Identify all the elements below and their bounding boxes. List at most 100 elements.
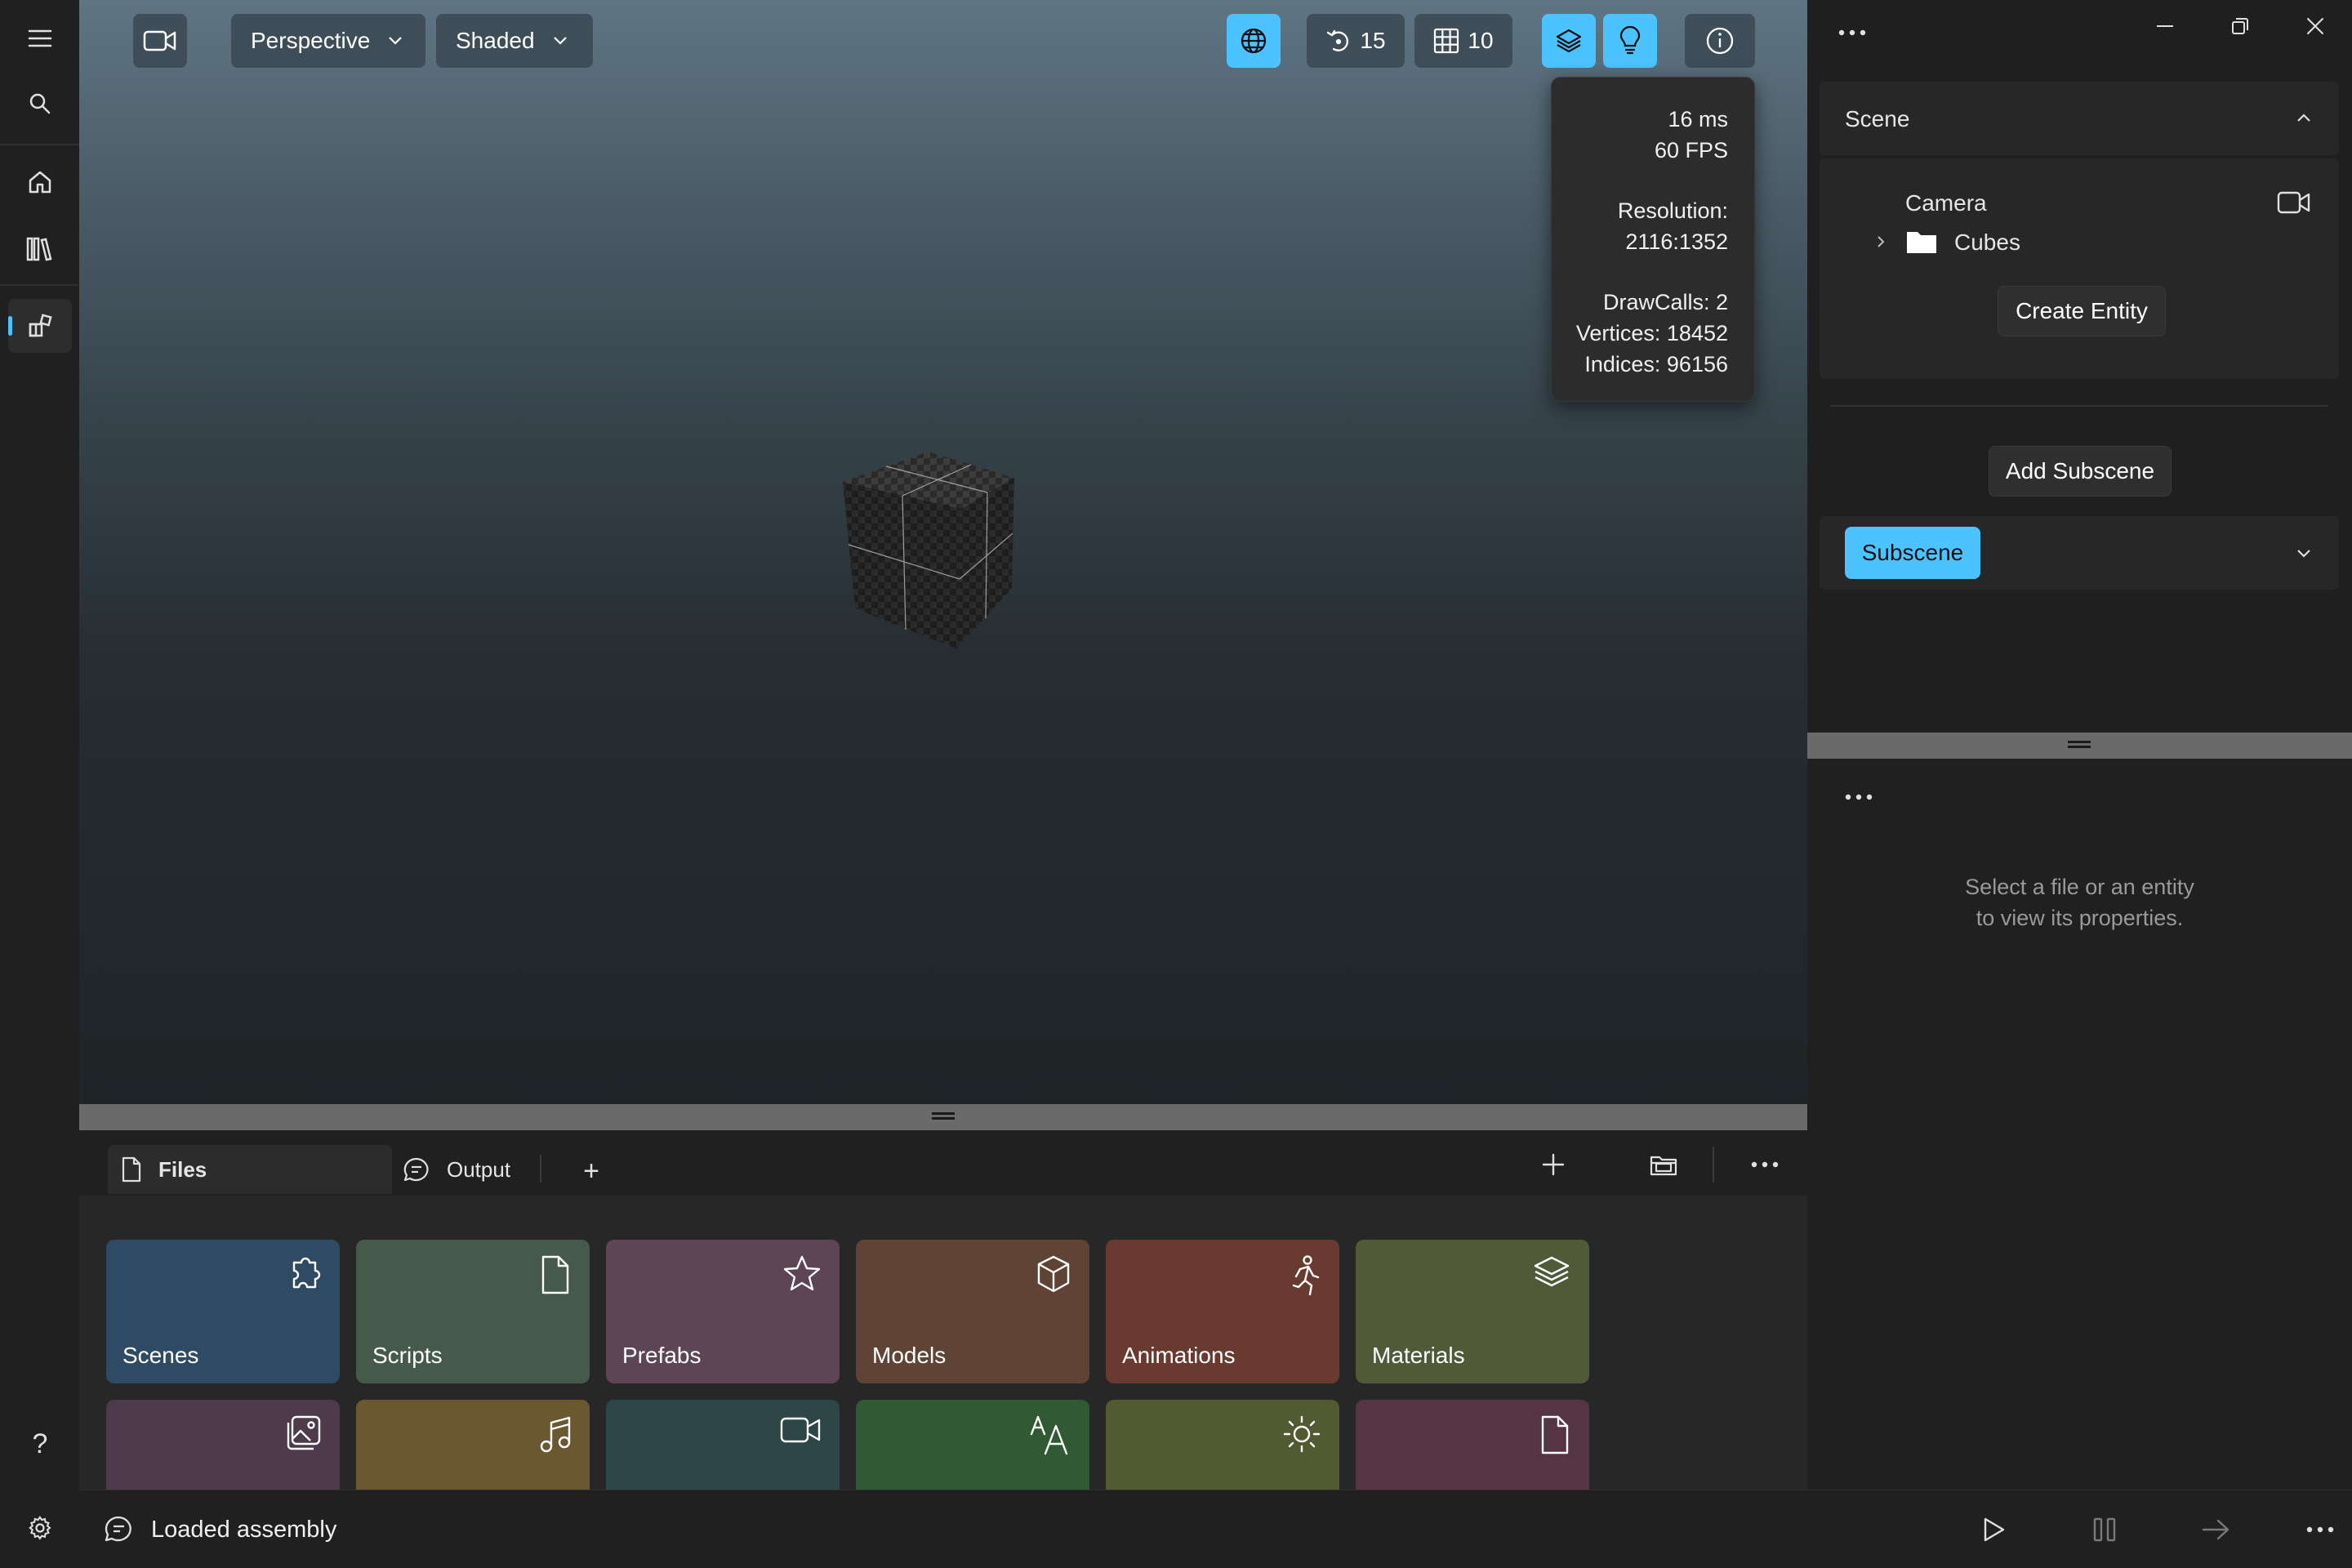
play-button[interactable] (1969, 1508, 2018, 1551)
folder-tile-animations[interactable]: Animations (1106, 1240, 1339, 1383)
folder-tile-other[interactable] (1356, 1400, 1589, 1490)
running-person-icon (1292, 1255, 1320, 1296)
scene-viewport[interactable]: Perspective Shaded 15 10 16 ms 60 FPS Re… (79, 0, 1807, 1104)
stats-info-button[interactable] (1685, 14, 1755, 68)
fps: 60 FPS (1654, 138, 1728, 163)
entity-cubes[interactable]: Cubes (1820, 222, 2339, 261)
scene-hierarchy-panel: Scene Camera Cubes Create Entity Add Sub… (1807, 0, 2352, 733)
status-message: Loaded assembly (151, 1517, 337, 1543)
video-camera-icon (780, 1417, 821, 1443)
lightbulb-icon (1619, 26, 1641, 55)
tile-label: Scenes (122, 1343, 199, 1368)
folder-tile-scenes[interactable]: Scenes (106, 1240, 340, 1383)
add-tab-button[interactable]: + (567, 1147, 616, 1196)
bottom-panel-splitter[interactable] (79, 1104, 1807, 1130)
chevron-down-icon (553, 37, 567, 45)
layers-icon (1534, 1256, 1570, 1287)
chat-bubble-icon (403, 1157, 429, 1182)
chevron-down-icon (2297, 550, 2310, 558)
empty-line-1: Select a file or an entity (1965, 875, 2194, 899)
gear-icon[interactable] (8, 1501, 72, 1555)
folder-tile-models[interactable]: Models (856, 1240, 1089, 1383)
play-icon (1984, 1517, 2005, 1542)
scene-expander-header[interactable]: Scene (1820, 82, 2339, 155)
folder-tile-scripts[interactable]: Scripts (356, 1240, 590, 1383)
video-camera-icon (2277, 191, 2310, 214)
splitter-grip (2068, 741, 2091, 748)
grid-snap-button[interactable]: 10 (1414, 14, 1512, 68)
navigation-rail: ? (0, 0, 79, 1568)
restore-icon (2232, 18, 2248, 34)
indices: Indices: 96156 (1584, 352, 1728, 376)
restore-button[interactable] (2203, 0, 2278, 52)
properties-more-button[interactable] (1845, 794, 1873, 800)
files-panel: Files Output + Scenes Scripts Prefabs Mo… (79, 1130, 1807, 1490)
home-icon[interactable] (8, 155, 72, 209)
shading-dropdown[interactable]: Shaded (436, 14, 593, 68)
pause-button[interactable] (2080, 1508, 2129, 1551)
chevron-right-icon[interactable] (1877, 235, 1885, 248)
cube-model[interactable] (839, 445, 1018, 649)
scene-header-label: Scene (1845, 106, 1910, 131)
new-file-button[interactable] (1529, 1140, 1578, 1189)
rotation-snap-button[interactable]: 15 (1307, 14, 1405, 68)
more-dots-icon (1845, 794, 1873, 800)
close-icon (2307, 18, 2323, 34)
camera-button[interactable] (133, 14, 187, 68)
more-options-button[interactable] (1740, 1140, 1789, 1189)
empty-line-2: to view its properties. (1976, 906, 2184, 930)
status-more-button[interactable] (2296, 1508, 2345, 1551)
tile-label: Scripts (372, 1343, 443, 1368)
help-icon[interactable]: ? (8, 1417, 72, 1471)
world-space-toggle[interactable] (1227, 14, 1281, 68)
folder-tile-materials[interactable]: Materials (1356, 1240, 1589, 1383)
entity-name: Camera (1905, 190, 1987, 216)
chat-bubble-icon (105, 1516, 131, 1542)
subscene-expander-header[interactable]: Subscene (1820, 516, 2339, 590)
tile-label: Materials (1372, 1343, 1465, 1368)
tab-files[interactable]: Files (108, 1145, 392, 1194)
tile-label: Animations (1122, 1343, 1236, 1368)
properties-panel: Select a file or an entity to view its p… (1807, 759, 2352, 1490)
font-icon (1030, 1415, 1068, 1455)
lighting-toggle[interactable] (1603, 14, 1657, 68)
folder-tile-lighting[interactable] (1106, 1400, 1339, 1490)
folder-tile-images[interactable] (106, 1400, 340, 1490)
library-icon[interactable] (8, 222, 72, 276)
folder-tile-prefabs[interactable]: Prefabs (606, 1240, 840, 1383)
draw-calls: DrawCalls: 2 (1602, 290, 1728, 314)
hamburger-menu-icon[interactable] (8, 11, 72, 65)
resolution-label: Resolution: (1617, 198, 1728, 223)
editor-icon[interactable] (8, 299, 72, 353)
rail-divider (0, 284, 79, 286)
properties-panel-splitter[interactable] (1807, 733, 2352, 759)
open-folder-button[interactable] (1639, 1140, 1688, 1189)
close-button[interactable] (2278, 0, 2352, 52)
rotate-icon (1327, 29, 1349, 51)
minimize-button[interactable] (2127, 0, 2203, 52)
files-tab-bar: Files Output + (79, 1130, 1807, 1196)
folder-tile-videos[interactable] (606, 1400, 840, 1490)
projection-dropdown[interactable]: Perspective (231, 14, 425, 68)
search-icon[interactable] (8, 77, 72, 131)
folder-tile-audio[interactable] (356, 1400, 590, 1490)
folder-open-icon (1650, 1156, 1677, 1176)
layers-icon (1556, 29, 1582, 53)
tile-label: Models (872, 1343, 947, 1368)
render-stats-flyout: 16 ms 60 FPS Resolution: 2116:1352 DrawC… (1551, 77, 1755, 402)
splitter-grip (932, 1112, 955, 1120)
subscene-button[interactable]: Subscene (1845, 527, 1980, 579)
entity-camera[interactable]: Camera (1820, 183, 2339, 222)
cube-icon (1037, 1255, 1070, 1293)
add-tab-label: + (583, 1155, 599, 1187)
layers-toggle[interactable] (1542, 14, 1596, 68)
create-entity-button[interactable]: Create Entity (1998, 286, 2166, 336)
chevron-up-icon (2297, 114, 2310, 122)
more-dots-icon (2306, 1526, 2334, 1533)
tile-label: Prefabs (622, 1343, 702, 1368)
step-button[interactable] (2191, 1508, 2240, 1551)
add-subscene-button[interactable]: Add Subscene (1989, 446, 2172, 497)
folder-tile-fonts[interactable] (856, 1400, 1089, 1490)
scene-more-button[interactable] (1838, 29, 1866, 36)
projection-label: Perspective (251, 28, 371, 53)
